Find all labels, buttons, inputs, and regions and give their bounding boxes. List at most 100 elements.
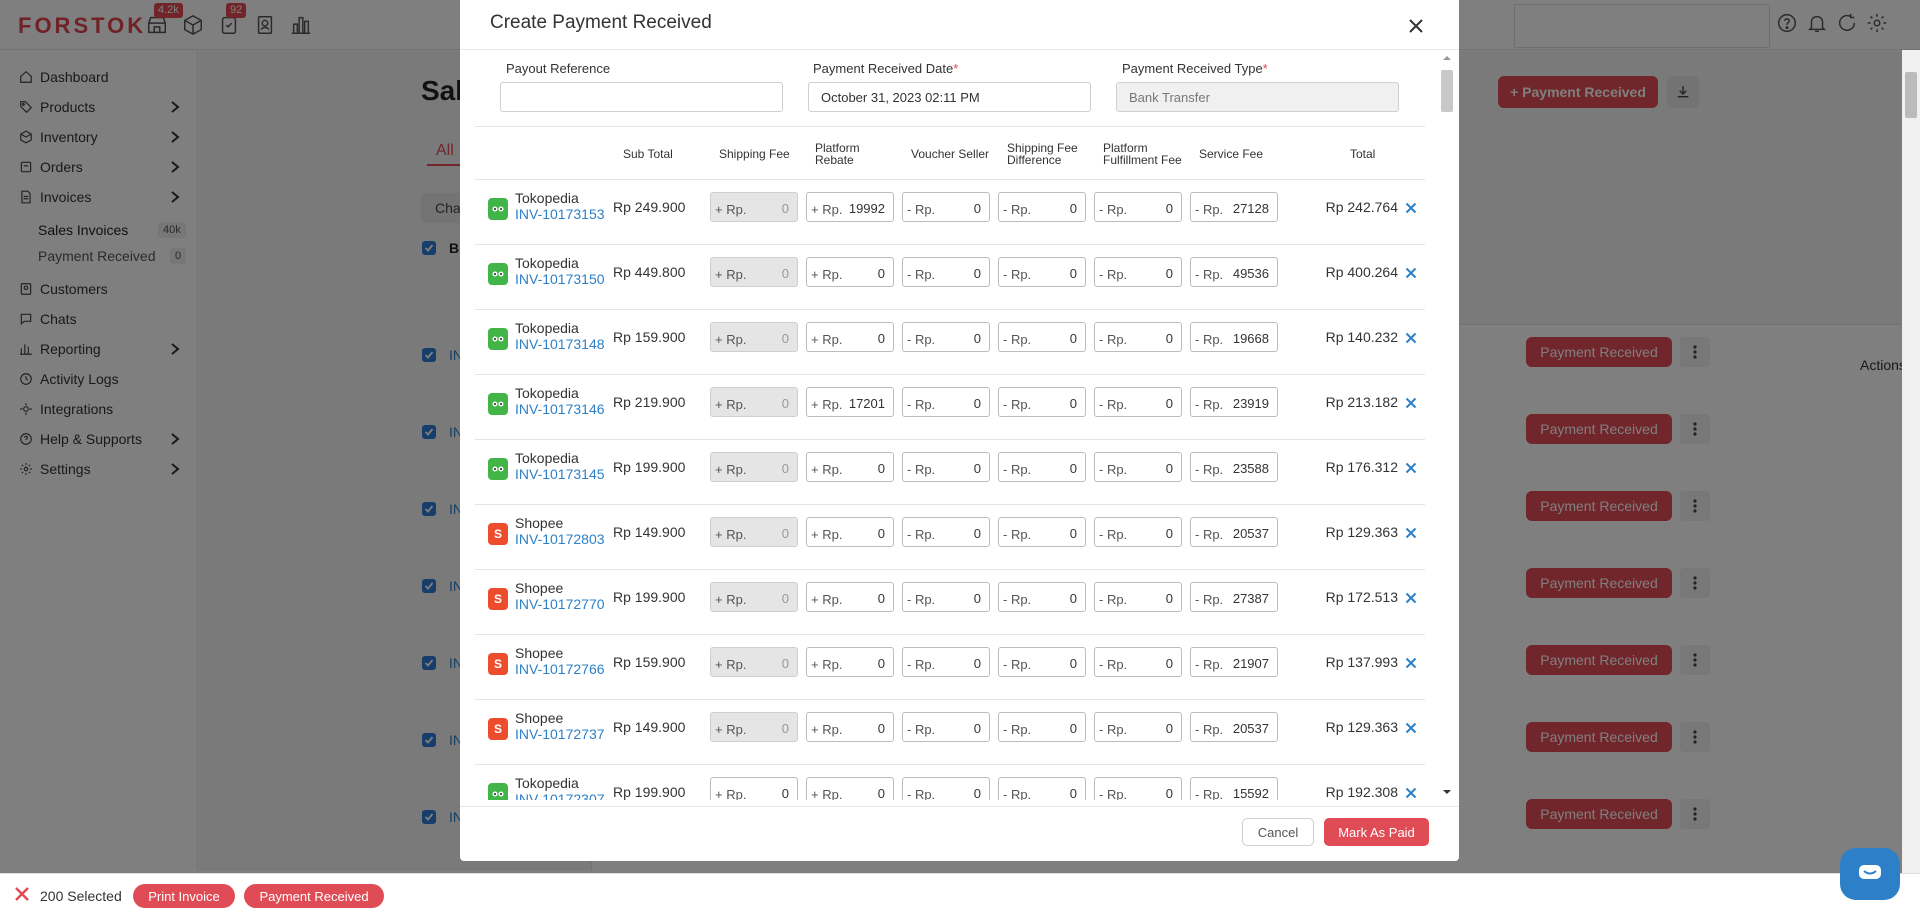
col-text: Rebate [815, 153, 854, 167]
platform-rebate-input[interactable]: + Rp. 19992 [806, 192, 894, 222]
remove-row-icon[interactable] [1405, 784, 1417, 800]
voucher-seller-input[interactable]: - Rp. 0 [902, 517, 990, 547]
cancel-button[interactable]: Cancel [1242, 818, 1314, 846]
scrollbar-thumb[interactable] [1441, 70, 1453, 112]
fulfillment-fee-input[interactable]: - Rp. 0 [1094, 582, 1182, 612]
shipping-fee-difference-input[interactable]: - Rp. 0 [998, 452, 1086, 482]
platform-rebate-input[interactable]: + Rp. 0 [806, 257, 894, 287]
scroll-up-arrow[interactable] [1442, 55, 1452, 61]
shipping-fee-input[interactable]: + Rp. 0 [710, 712, 798, 742]
fulfillment-fee-input[interactable]: - Rp. 0 [1094, 322, 1182, 352]
platform-rebate-input[interactable]: + Rp. 0 [806, 582, 894, 612]
shipping-fee-difference-input[interactable]: - Rp. 0 [998, 257, 1086, 287]
remove-row-icon[interactable] [1405, 654, 1417, 674]
remove-row-icon[interactable] [1405, 199, 1417, 219]
fulfillment-fee-input[interactable]: - Rp. 0 [1094, 257, 1182, 287]
payment-date-input[interactable]: October 31, 2023 02:11 PM [808, 82, 1091, 112]
platform-rebate-input[interactable]: + Rp. 0 [806, 777, 894, 800]
page-scrollbar[interactable] [1902, 50, 1920, 873]
fulfillment-fee-input[interactable]: - Rp. 0 [1094, 192, 1182, 222]
shipping-fee-difference-input[interactable]: - Rp. 0 [998, 647, 1086, 677]
platform-rebate-input[interactable]: + Rp. 0 [806, 322, 894, 352]
invoice-link[interactable]: INV-10173153 [515, 206, 605, 222]
fulfillment-fee-input[interactable]: - Rp. 0 [1094, 387, 1182, 417]
invoice-link[interactable]: INV-10172737 [515, 726, 605, 742]
fee-value: 0 [877, 461, 885, 476]
service-fee-input[interactable]: - Rp. 19668 [1190, 322, 1278, 352]
shipping-fee-difference-input[interactable]: - Rp. 0 [998, 582, 1086, 612]
service-fee-input[interactable]: - Rp. 27128 [1190, 192, 1278, 222]
fulfillment-fee-input[interactable]: - Rp. 0 [1094, 777, 1182, 800]
invoice-link[interactable]: INV-10172766 [515, 661, 605, 677]
platform-rebate-input[interactable]: + Rp. 0 [806, 517, 894, 547]
voucher-seller-input[interactable]: - Rp. 0 [902, 257, 990, 287]
shipping-fee-input[interactable]: + Rp. 0 [710, 647, 798, 677]
invoice-link[interactable]: INV-10172803 [515, 531, 605, 547]
invoice-link[interactable]: INV-10172307 [515, 791, 605, 800]
remove-row-icon[interactable] [1405, 589, 1417, 609]
shipping-fee-input[interactable]: + Rp. 0 [710, 777, 798, 800]
shipping-fee-difference-input[interactable]: - Rp. 0 [998, 777, 1086, 800]
service-fee-input[interactable]: - Rp. 23919 [1190, 387, 1278, 417]
mark-as-paid-button[interactable]: Mark As Paid [1324, 818, 1429, 846]
close-icon[interactable] [14, 886, 30, 905]
remove-row-icon[interactable] [1405, 264, 1417, 284]
remove-row-icon[interactable] [1405, 524, 1417, 544]
close-icon[interactable] [1408, 14, 1424, 40]
shipping-fee-difference-input[interactable]: - Rp. 0 [998, 192, 1086, 222]
voucher-seller-input[interactable]: - Rp. 0 [902, 452, 990, 482]
remove-row-icon[interactable] [1405, 719, 1417, 739]
invoice-link[interactable]: INV-10173148 [515, 336, 605, 352]
service-fee-input[interactable]: - Rp. 23588 [1190, 452, 1278, 482]
remove-row-icon[interactable] [1405, 394, 1417, 414]
invoice-link[interactable]: INV-10173150 [515, 271, 605, 287]
shipping-fee-input[interactable]: + Rp. 0 [710, 452, 798, 482]
shipping-fee-input[interactable]: + Rp. 0 [710, 387, 798, 417]
invoice-link[interactable]: INV-10173145 [515, 466, 605, 482]
fulfillment-fee-input[interactable]: - Rp. 0 [1094, 452, 1182, 482]
invoice-link[interactable]: INV-10173146 [515, 401, 605, 417]
chat-launcher-button[interactable] [1840, 848, 1900, 900]
shipping-fee-input[interactable]: + Rp. 0 [710, 257, 798, 287]
service-fee-input[interactable]: - Rp. 21907 [1190, 647, 1278, 677]
remove-row-icon[interactable] [1405, 459, 1417, 479]
voucher-seller-input[interactable]: - Rp. 0 [902, 647, 990, 677]
voucher-seller-input[interactable]: - Rp. 0 [902, 712, 990, 742]
platform-rebate-input[interactable]: + Rp. 0 [806, 647, 894, 677]
payment-type-select[interactable]: Bank Transfer [1116, 82, 1399, 112]
invoice-link[interactable]: INV-10172770 [515, 596, 605, 612]
scroll-down-arrow[interactable] [1442, 789, 1452, 795]
shipping-fee-input[interactable]: + Rp. 0 [710, 322, 798, 352]
shipping-fee-input[interactable]: + Rp. 0 [710, 192, 798, 222]
voucher-seller-input[interactable]: - Rp. 0 [902, 192, 990, 222]
page-scrollbar-thumb[interactable] [1905, 72, 1917, 118]
modal-scrollbar[interactable] [1439, 52, 1455, 798]
platform-rebate-input[interactable]: + Rp. 17201 [806, 387, 894, 417]
service-fee-input[interactable]: - Rp. 49536 [1190, 257, 1278, 287]
platform-rebate-input[interactable]: + Rp. 0 [806, 712, 894, 742]
service-fee-input[interactable]: - Rp. 27387 [1190, 582, 1278, 612]
print-invoice-button[interactable]: Print Invoice [133, 884, 235, 908]
payout-reference-input[interactable] [500, 82, 783, 112]
shipping-fee-input[interactable]: + Rp. 0 [710, 582, 798, 612]
currency-prefix: + Rp. [715, 787, 747, 800]
service-fee-input[interactable]: - Rp. 15592 [1190, 777, 1278, 800]
fulfillment-fee-input[interactable]: - Rp. 0 [1094, 712, 1182, 742]
shipping-fee-difference-input[interactable]: - Rp. 0 [998, 712, 1086, 742]
shipping-fee-input[interactable]: + Rp. 0 [710, 517, 798, 547]
bulk-payment-received-button[interactable]: Payment Received [244, 884, 384, 908]
service-fee-input[interactable]: - Rp. 20537 [1190, 712, 1278, 742]
voucher-seller-input[interactable]: - Rp. 0 [902, 777, 990, 800]
service-fee-input[interactable]: - Rp. 20537 [1190, 517, 1278, 547]
fulfillment-fee-input[interactable]: - Rp. 0 [1094, 647, 1182, 677]
fee-value: 0 [1165, 786, 1173, 800]
platform-rebate-input[interactable]: + Rp. 0 [806, 452, 894, 482]
remove-row-icon[interactable] [1405, 329, 1417, 349]
voucher-seller-input[interactable]: - Rp. 0 [902, 582, 990, 612]
shipping-fee-difference-input[interactable]: - Rp. 0 [998, 322, 1086, 352]
shipping-fee-difference-input[interactable]: - Rp. 0 [998, 517, 1086, 547]
fulfillment-fee-input[interactable]: - Rp. 0 [1094, 517, 1182, 547]
voucher-seller-input[interactable]: - Rp. 0 [902, 387, 990, 417]
voucher-seller-input[interactable]: - Rp. 0 [902, 322, 990, 352]
shipping-fee-difference-input[interactable]: - Rp. 0 [998, 387, 1086, 417]
